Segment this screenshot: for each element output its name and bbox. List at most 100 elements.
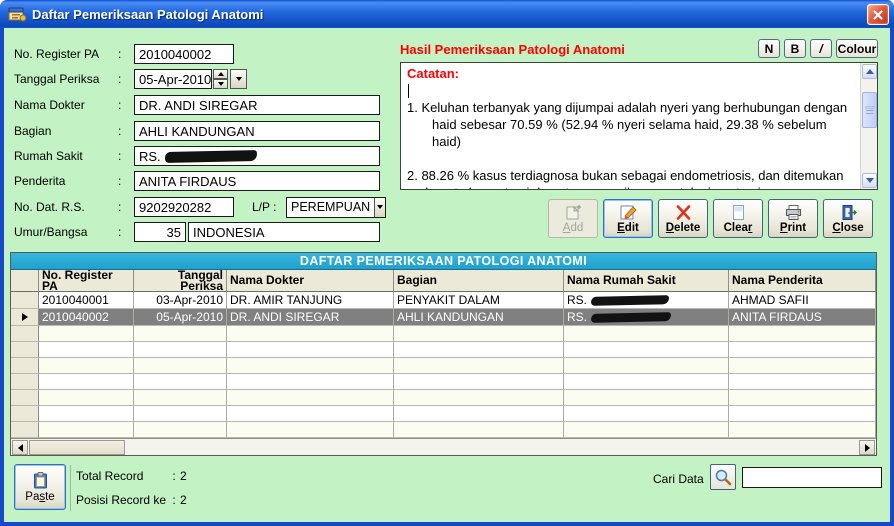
cell-penderita[interactable]: ANITA FIRDAUS (729, 309, 876, 326)
date-spinner (213, 69, 228, 89)
close-window-button[interactable] (867, 4, 889, 25)
no-register-input[interactable]: 2010040002 (134, 44, 234, 64)
no-dat-input[interactable]: 9202920282 (134, 197, 234, 217)
cell-bagian[interactable]: AHLI KANDUNGAN (394, 309, 564, 326)
field-row-tanggal: Tanggal Periksa : 05-Apr-2010 (14, 69, 247, 89)
empty-cell (729, 406, 876, 422)
no-dat-label: No. Dat. R.S. (14, 200, 118, 214)
bagian-input[interactable]: AHLI KANDUNGAN (134, 121, 380, 141)
row-selector-cell (11, 342, 39, 358)
cell-no-register[interactable]: 2010040002 (39, 309, 134, 326)
tanggal-input[interactable]: 05-Apr-2010 (134, 69, 212, 89)
notes-scrollbar[interactable] (860, 63, 877, 189)
cell-tanggal[interactable]: 03-Apr-2010 (134, 292, 227, 309)
search-icon (714, 468, 732, 486)
field-row-dokter: Nama Dokter : DR. ANDI SIREGAR (14, 95, 380, 115)
lp-dropdown-button[interactable] (374, 198, 385, 217)
row-selector-cell[interactable] (11, 292, 39, 309)
table-row-selected[interactable]: 2010040002 05-Apr-2010 DR. ANDI SIREGAR … (11, 309, 876, 326)
footer-divider (70, 465, 71, 511)
scrollbar-thumb[interactable] (862, 92, 877, 128)
dokter-input[interactable]: DR. ANDI SIREGAR (134, 95, 380, 115)
lp-combobox[interactable]: PEREMPUAN (286, 197, 386, 218)
rumah-sakit-label: Rumah Sakit (14, 149, 118, 163)
search-input[interactable] (742, 467, 882, 488)
bangsa-input[interactable]: INDONESIA (188, 222, 380, 242)
format-normal-button[interactable]: N (758, 39, 780, 58)
scroll-left-button[interactable] (12, 440, 28, 455)
col-header-no-register[interactable]: No. Register PA (39, 270, 134, 292)
scroll-down-button[interactable] (862, 173, 877, 188)
print-button[interactable]: Print (768, 199, 818, 238)
format-italic-button[interactable]: / (810, 39, 832, 58)
cell-dokter[interactable]: DR. AMIR TANJUNG (227, 292, 394, 309)
colon: : (168, 469, 180, 483)
row-selector-cell[interactable] (11, 309, 39, 326)
empty-cell (227, 374, 394, 390)
empty-cell (39, 342, 134, 358)
empty-cell (729, 358, 876, 374)
col-header-bagian[interactable]: Bagian (394, 270, 564, 292)
close-button[interactable]: Close (823, 199, 873, 238)
grid-empty-row (11, 374, 876, 390)
grid-selector-header (11, 270, 39, 292)
cell-tanggal[interactable]: 05-Apr-2010 (134, 309, 227, 326)
cell-penderita[interactable]: AHMAD SAFII (729, 292, 876, 309)
notes-textarea[interactable]: Catatan: 1. Keluhan terbanyak yang dijum… (400, 62, 878, 190)
scroll-right-button[interactable] (859, 440, 875, 455)
colon: : (118, 200, 134, 214)
clipboard-icon (31, 471, 50, 490)
cell-rumah-sakit[interactable]: RS. (564, 292, 729, 309)
app-icon (8, 6, 26, 22)
titlebar[interactable]: Daftar Pemeriksaan Patologi Anatomi (0, 0, 894, 28)
empty-cell (227, 422, 394, 438)
penderita-label: Penderita (14, 174, 118, 188)
format-colour-button[interactable]: Colour (836, 39, 878, 58)
lp-value: PEREMPUAN (287, 200, 374, 214)
grid-empty-row (11, 390, 876, 406)
empty-cell (227, 358, 394, 374)
col-header-penderita[interactable]: Nama Penderita (729, 270, 876, 292)
clear-button[interactable]: Clear (713, 199, 763, 238)
close-icon (872, 9, 884, 21)
field-row-penderita: Penderita : ANITA FIRDAUS (14, 171, 380, 191)
empty-cell (394, 374, 564, 390)
grid-horizontal-scrollbar[interactable] (11, 438, 876, 455)
spinner-up-button[interactable] (213, 69, 228, 79)
empty-cell (564, 342, 729, 358)
col-header-tanggal[interactable]: Tanggal Periksa (134, 270, 227, 292)
cell-no-register[interactable]: 2010040001 (39, 292, 134, 309)
cell-bagian[interactable]: PENYAKIT DALAM (394, 292, 564, 309)
edit-button[interactable]: Edit (603, 199, 653, 238)
hscrollbar-thumb[interactable] (29, 440, 125, 455)
delete-button[interactable]: Delete (658, 199, 708, 238)
total-record-line: Total Record : 2 (76, 469, 187, 483)
empty-cell (394, 422, 564, 438)
umur-input[interactable]: 35 (134, 222, 186, 242)
penderita-input[interactable]: ANITA FIRDAUS (134, 171, 380, 191)
redaction-bar (165, 150, 257, 163)
down-arrow-icon (866, 178, 874, 183)
notes-item-2: 2. 88.26 % kasus terdiagnosa bukan sebag… (407, 167, 856, 189)
cell-rumah-sakit[interactable]: RS. (564, 309, 729, 326)
date-dropdown-button[interactable] (230, 69, 247, 89)
empty-cell (39, 358, 134, 374)
table-row[interactable]: 2010040001 03-Apr-2010 DR. AMIR TANJUNG … (11, 292, 876, 309)
pemeriksaan-grid: DAFTAR PEMERIKSAAN PATOLOGI ANATOMI No. … (10, 252, 877, 456)
format-bold-button[interactable]: B (784, 39, 806, 58)
col-header-dokter[interactable]: Nama Dokter (227, 270, 394, 292)
paste-button[interactable]: Paste (14, 464, 66, 510)
empty-cell (134, 422, 227, 438)
colon: : (118, 47, 134, 61)
rumah-sakit-input[interactable]: RS. (134, 146, 380, 166)
empty-cell (564, 374, 729, 390)
scroll-up-button[interactable] (862, 64, 877, 79)
empty-cell (729, 390, 876, 406)
clear-page-icon (729, 204, 748, 221)
notes-content: Catatan: 1. Keluhan terbanyak yang dijum… (401, 63, 860, 189)
search-button[interactable] (710, 464, 736, 490)
up-arrow-icon (218, 72, 224, 76)
col-header-rumah-sakit[interactable]: Nama Rumah Sakit (564, 270, 729, 292)
cell-dokter[interactable]: DR. ANDI SIREGAR (227, 309, 394, 326)
spinner-down-button[interactable] (213, 79, 228, 89)
